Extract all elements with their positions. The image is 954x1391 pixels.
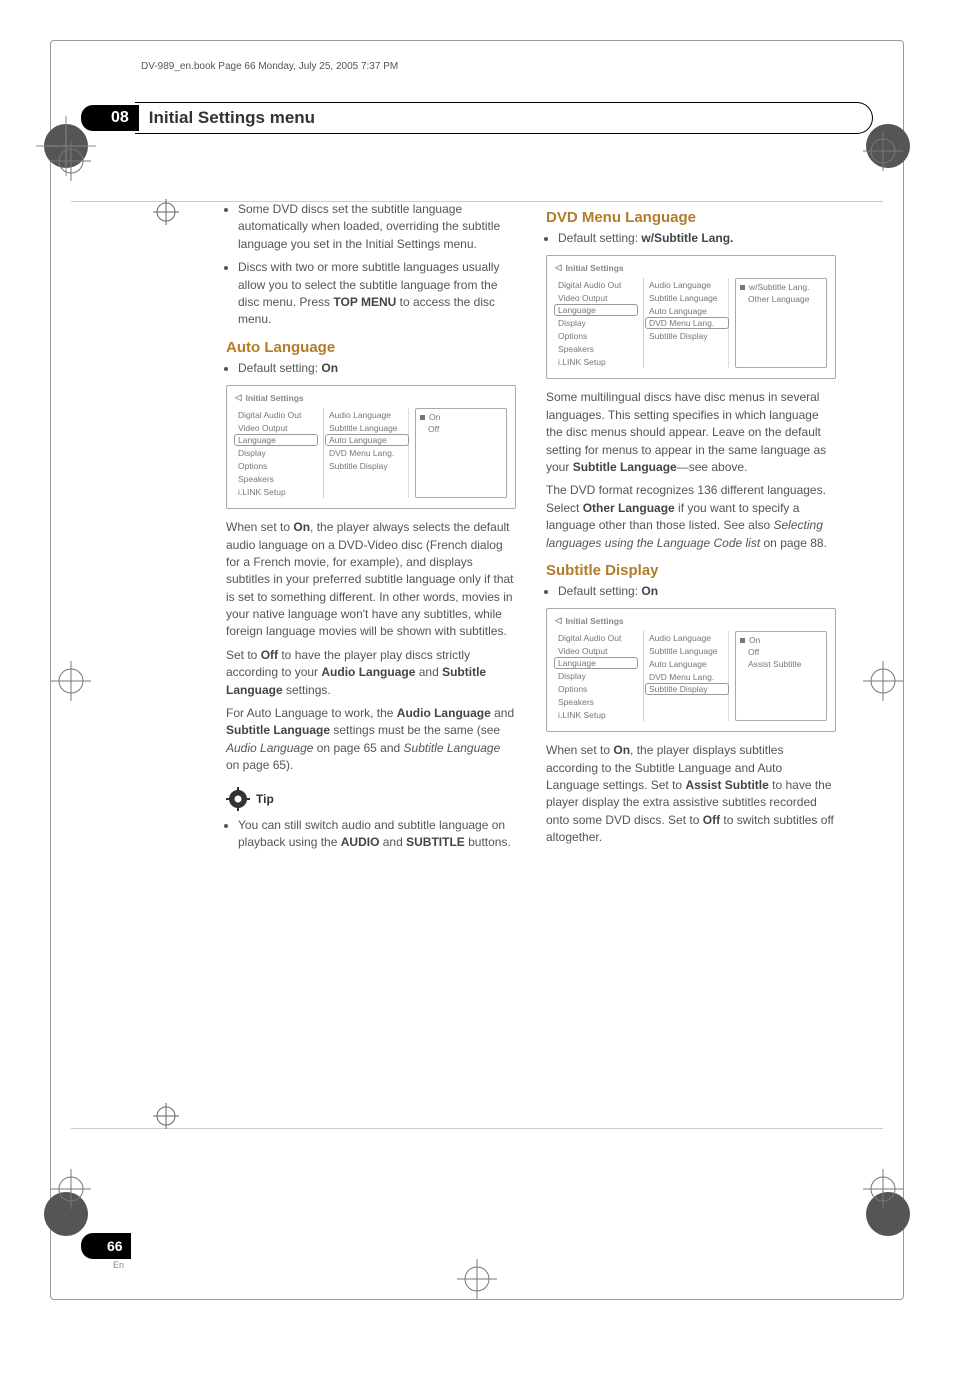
selected-dot-icon — [740, 638, 745, 643]
registration-mark-mr — [853, 651, 913, 711]
print-header: DV-989_en.book Page 66 Monday, July 25, … — [141, 61, 873, 72]
selected-dot-icon — [740, 285, 745, 290]
dvd-menu-lang-heading: DVD Menu Language — [546, 209, 836, 226]
page-number-badge: 66 — [81, 1233, 131, 1259]
subtitle-display-heading: Subtitle Display — [546, 562, 836, 579]
intro-bullet-2: Discs with two or more subtitle language… — [238, 259, 516, 329]
dvd-menu-lang-para2: The DVD format recognizes 136 different … — [546, 482, 836, 552]
chapter-title: Initial Settings menu — [149, 108, 315, 127]
back-arrow-icon: ◁ — [235, 392, 242, 403]
back-arrow-icon: ◁ — [555, 262, 562, 273]
osd-subtitle-display: ◁Initial Settings Digital Audio OutVideo… — [546, 608, 836, 732]
registration-mark-ml — [41, 651, 101, 711]
osd-auto-language: ◁Initial Settings Digital Audio OutVideo… — [226, 385, 516, 509]
dvd-menu-lang-para1: Some multilingual discs have disc menus … — [546, 389, 836, 476]
guide-line-bottom — [71, 1128, 883, 1129]
registration-mark-br — [853, 1159, 913, 1219]
osd-dvd-menu-lang: ◁Initial Settings Digital Audio OutVideo… — [546, 255, 836, 379]
tip-text: You can still switch audio and subtitle … — [238, 817, 516, 852]
intro-bullet-1: Some DVD discs set the subtitle language… — [238, 201, 516, 253]
registration-mark-tr — [853, 121, 913, 181]
registration-mark-tl — [41, 131, 101, 191]
gear-tip-icon — [226, 787, 250, 811]
dvd-menu-lang-default: Default setting: w/Subtitle Lang. — [558, 230, 836, 247]
selected-dot-icon — [420, 415, 425, 420]
registration-mark-cb — [447, 1249, 507, 1309]
subtitle-display-para: When set to On, the player displays subt… — [546, 742, 836, 846]
intro-bullets: Some DVD discs set the subtitle language… — [238, 201, 516, 329]
right-column: DVD Menu Language Default setting: w/Sub… — [546, 199, 836, 859]
guide-line-top — [71, 201, 883, 202]
page-language-label: En — [113, 1260, 124, 1270]
registration-mark-bl — [41, 1159, 101, 1219]
back-arrow-icon: ◁ — [555, 615, 562, 626]
left-column: Some DVD discs set the subtitle language… — [226, 199, 516, 859]
chapter-number-badge: 08 — [81, 105, 139, 131]
subtitle-display-default: Default setting: On — [558, 583, 836, 600]
auto-language-para1: When set to On, the player always select… — [226, 519, 516, 641]
auto-language-default: Default setting: On — [238, 360, 516, 377]
auto-language-para2: Set to Off to have the player play discs… — [226, 647, 516, 699]
auto-language-para3: For Auto Language to work, the Audio Lan… — [226, 705, 516, 775]
tip-label: Tip — [256, 792, 274, 806]
chapter-header: 08 Initial Settings menu — [81, 102, 873, 134]
chapter-title-wrap: Initial Settings menu — [135, 102, 873, 134]
tip-row: Tip — [226, 787, 516, 811]
registration-cross-top — [151, 197, 181, 227]
auto-language-heading: Auto Language — [226, 339, 516, 356]
registration-cross-bottom — [151, 1101, 181, 1131]
